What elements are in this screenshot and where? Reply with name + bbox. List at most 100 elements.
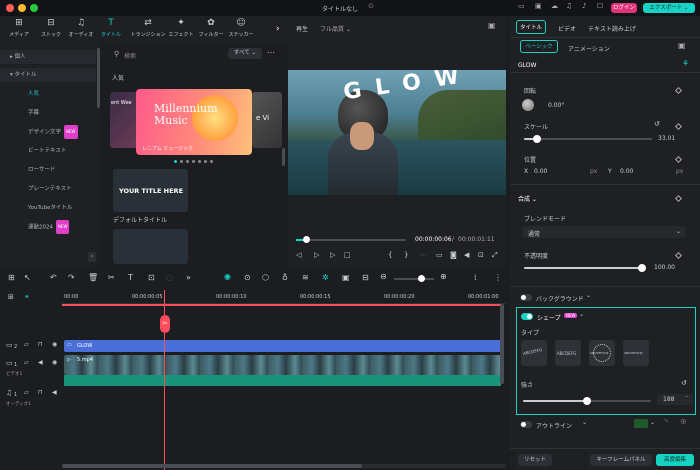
- reset-icon[interactable]: ↺: [654, 121, 660, 128]
- audio-clip[interactable]: [64, 375, 501, 386]
- export-button[interactable]: エクスポート ⌄: [643, 3, 695, 13]
- redo-icon[interactable]: ↷: [68, 274, 75, 282]
- shape-toggle[interactable]: [521, 313, 533, 320]
- fullscreen-preview-icon[interactable]: ⤢: [492, 252, 498, 259]
- advanced-edit-button[interactable]: 高度編集: [656, 454, 694, 466]
- volume-icon[interactable]: ◀: [52, 390, 57, 396]
- next-frame-icon[interactable]: ▷: [330, 252, 335, 259]
- opacity-value[interactable]: 100.00: [654, 264, 675, 271]
- crop-icon[interactable]: ⊡: [478, 252, 484, 259]
- keyframe-icon[interactable]: [674, 251, 683, 260]
- chevron-down-icon[interactable]: ⌄: [586, 292, 591, 299]
- folder-icon[interactable]: ▱: [24, 360, 29, 366]
- timeline-scrollbar[interactable]: [62, 464, 506, 468]
- toolbar-item-audio[interactable]: ♫ オーディオ: [68, 19, 94, 43]
- tab-title[interactable]: タイトル: [516, 20, 546, 34]
- search-input[interactable]: 検索: [124, 51, 136, 60]
- link-icon[interactable]: ⚭: [24, 294, 30, 301]
- shield-icon[interactable]: ⬡: [262, 274, 269, 282]
- sidebar-item-plain-text[interactable]: プレーンテキスト: [0, 182, 96, 196]
- outline-color-swatch[interactable]: [634, 419, 648, 428]
- scroll-thumb[interactable]: [62, 464, 362, 468]
- sidebar-item-design-text[interactable]: デザイン文字 NEW: [0, 125, 96, 139]
- prev-frame-icon[interactable]: ◁: [296, 252, 301, 259]
- reset-icon[interactable]: ↺: [681, 380, 687, 387]
- eye-icon[interactable]: ◉: [52, 342, 57, 348]
- layout-icon[interactable]: ⊞: [8, 274, 15, 282]
- more-icon[interactable]: ⋯: [267, 49, 275, 57]
- sidebar-item-lower-third[interactable]: ローサード: [0, 163, 96, 177]
- snapshot-icon[interactable]: ▣: [488, 22, 496, 30]
- sidebar-item-subtitle[interactable]: 字幕: [0, 106, 96, 120]
- outline-toggle[interactable]: [520, 421, 532, 428]
- toolbar-item-title[interactable]: T タイトル: [98, 19, 124, 43]
- zoom-out-icon[interactable]: ⊖: [380, 273, 387, 281]
- playhead-handle[interactable]: ✂: [160, 315, 170, 333]
- pos-y-input[interactable]: 0.00: [620, 168, 633, 175]
- chevron-down-icon[interactable]: ⌄: [650, 419, 655, 426]
- timeline-vertical-scrollbar[interactable]: [500, 304, 504, 384]
- title-clip[interactable]: ▭ GLOW: [64, 340, 501, 352]
- carousel-dots[interactable]: [174, 160, 214, 164]
- scale-value[interactable]: 33.01: [658, 135, 675, 142]
- ai-icon[interactable]: ⚘: [682, 60, 689, 68]
- toolbar-item-filter[interactable]: ✿ フィルター: [198, 19, 224, 43]
- keyframe-icon[interactable]: [674, 122, 683, 131]
- timeline-ruler[interactable]: 00:00 00:00:00:05 00:00:00:10 00:00:00:1…: [62, 290, 506, 304]
- toolbar-item-effect[interactable]: ✦ エフェクト: [168, 19, 194, 43]
- mark-out-icon[interactable]: }: [404, 252, 408, 259]
- toolbar-item-stock[interactable]: ⊟ ストック: [38, 19, 64, 43]
- shape-type-wave[interactable]: ABCDEFG: [555, 340, 581, 366]
- range-bar[interactable]: [62, 304, 502, 306]
- filter-dropdown[interactable]: すべて ⌄: [228, 48, 262, 59]
- volume-icon[interactable]: ◀: [38, 360, 43, 366]
- blend-mode-dropdown[interactable]: 通常 ⌄: [522, 226, 686, 238]
- more-options-icon[interactable]: ⋯: [420, 252, 427, 259]
- save-preset-icon[interactable]: ▣: [678, 42, 686, 50]
- title-item-default[interactable]: YOUR TITLE HERE: [113, 169, 188, 212]
- folder-icon[interactable]: ▱: [24, 390, 29, 396]
- keyframe-icon[interactable]: [674, 86, 683, 95]
- video-clip[interactable]: ▷ 5.mp4: [64, 355, 501, 375]
- add-track-icon[interactable]: ⊞: [8, 294, 14, 301]
- composite-section[interactable]: 合成 ⌄: [518, 194, 537, 203]
- close-window-button[interactable]: [6, 4, 14, 12]
- toolbar-item-transition[interactable]: ⇄ トランジション: [130, 19, 166, 43]
- title-thumbnail-right[interactable]: e Vi: [252, 92, 282, 148]
- info-icon[interactable]: ⊙: [368, 3, 374, 10]
- ai-tool-icon[interactable]: ◉: [224, 273, 231, 281]
- gift-icon[interactable]: ☐: [597, 3, 603, 10]
- quality-dropdown[interactable]: フル品質 ⌄: [320, 24, 351, 33]
- stop-icon[interactable]: □: [344, 252, 351, 259]
- tab-video[interactable]: ビデオ: [558, 24, 576, 33]
- strength-input[interactable]: 188 ⌃: [657, 394, 693, 405]
- tab-text-to-speech[interactable]: テキスト読み上げ: [588, 24, 636, 33]
- keyframe-icon[interactable]: [674, 155, 683, 164]
- subtab-animation[interactable]: アニメーション: [568, 44, 610, 53]
- image-icon[interactable]: ▣: [342, 274, 350, 282]
- background-toggle[interactable]: [520, 294, 532, 301]
- folder-icon[interactable]: ▱: [24, 342, 29, 348]
- audio-track-icon[interactable]: ≋: [302, 274, 309, 282]
- delete-icon[interactable]: 🗑: [88, 274, 98, 282]
- opacity-slider[interactable]: [524, 264, 646, 272]
- camera-icon[interactable]: ◙: [450, 252, 457, 259]
- add-icon[interactable]: ⊕: [680, 418, 687, 426]
- eye-icon[interactable]: ◉: [52, 360, 57, 366]
- featured-title-card[interactable]: Millennium Music レニアム ミュージック: [136, 89, 252, 155]
- collapse-icon[interactable]: ‹: [88, 252, 96, 262]
- grid-icon[interactable]: ⁞: [474, 274, 477, 282]
- pos-x-input[interactable]: 0.00: [534, 168, 547, 175]
- zoom-in-icon[interactable]: ⊕: [440, 273, 447, 281]
- toolbar-item-media[interactable]: ⊞ メディア: [6, 19, 32, 43]
- eyedropper-icon[interactable]: ✎: [664, 419, 669, 425]
- keyframe-icon[interactable]: [674, 194, 683, 203]
- rotation-dial[interactable]: [522, 99, 534, 111]
- sidebar-item-personal[interactable]: ▸ 個人: [0, 50, 96, 64]
- play-icon[interactable]: ▷: [314, 252, 319, 259]
- chevron-down-icon[interactable]: ⌄: [582, 419, 587, 426]
- sidebar-item-beat-text[interactable]: ビートテキスト: [0, 144, 96, 158]
- mark-in-icon[interactable]: {: [388, 252, 392, 259]
- effects-icon[interactable]: ✲: [322, 274, 329, 282]
- preview-progress[interactable]: [296, 236, 406, 243]
